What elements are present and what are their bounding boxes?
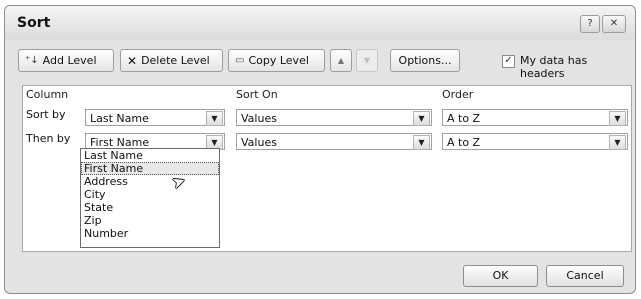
dropdown-item[interactable]: City — [81, 188, 219, 201]
then-by-sort-on-select[interactable]: Values ▼ — [236, 133, 432, 150]
sort-on-header: Sort On — [236, 88, 278, 101]
delete-level-button[interactable]: ✕ Delete Level — [120, 49, 223, 72]
order-header: Order — [442, 88, 474, 101]
select-value: Values — [241, 112, 277, 125]
select-value: A to Z — [447, 136, 481, 149]
dialog-title: Sort — [17, 15, 51, 31]
dropdown-item[interactable]: State — [81, 201, 219, 214]
sort-by-label: Sort by — [26, 108, 66, 121]
sort-by-order-select[interactable]: A to Z ▼ — [442, 109, 628, 126]
chevron-down-icon[interactable]: ▼ — [413, 135, 430, 150]
close-button[interactable]: ✕ — [602, 15, 626, 33]
delete-level-label: Delete Level — [141, 54, 210, 67]
headers-label: My data has headers — [520, 54, 588, 80]
select-value: A to Z — [447, 112, 481, 125]
column-dropdown-list[interactable]: Last Name First Name Address City State … — [80, 148, 220, 248]
add-level-label: Add Level — [42, 54, 97, 67]
copy-level-label: Copy Level — [248, 54, 309, 67]
help-button[interactable]: ? — [580, 15, 600, 33]
move-up-button[interactable]: ▲ — [330, 49, 352, 72]
move-down-button[interactable]: ▼ — [356, 49, 378, 72]
sort-by-sort-on-select[interactable]: Values ▼ — [236, 109, 432, 126]
dropdown-item-selected[interactable]: First Name — [81, 162, 219, 175]
copy-icon: ▭ — [235, 55, 245, 66]
chevron-down-icon[interactable]: ▼ — [413, 111, 430, 126]
add-level-button[interactable]: ⁺↓ Add Level — [18, 49, 114, 72]
add-level-icon: ⁺↓ — [25, 55, 39, 66]
then-by-label: Then by — [26, 132, 71, 145]
options-button[interactable]: Options... — [390, 49, 460, 72]
chevron-down-icon[interactable]: ▼ — [609, 135, 626, 150]
select-value: Values — [241, 136, 277, 149]
copy-level-button[interactable]: ▭ Copy Level — [228, 49, 325, 72]
dropdown-item[interactable]: Zip — [81, 214, 219, 227]
column-header: Column — [26, 88, 69, 101]
dropdown-item[interactable]: Last Name — [81, 149, 219, 162]
sort-by-column-select[interactable]: Last Name ▼ — [85, 109, 225, 126]
options-label: Options... — [398, 54, 452, 67]
down-arrow-icon: ▼ — [363, 56, 371, 65]
select-value: Last Name — [90, 112, 149, 125]
cancel-button[interactable]: Cancel — [546, 265, 624, 287]
up-arrow-icon: ▲ — [337, 56, 345, 65]
delete-icon: ✕ — [127, 53, 138, 68]
title-bar: Sort ? ✕ — [5, 6, 635, 40]
chevron-down-icon[interactable]: ▼ — [609, 111, 626, 126]
then-by-order-select[interactable]: A to Z ▼ — [442, 133, 628, 150]
dropdown-item[interactable]: Address — [81, 175, 219, 188]
headers-checkbox[interactable]: ✓ — [502, 55, 515, 68]
chevron-down-icon[interactable]: ▼ — [206, 111, 223, 126]
dropdown-item[interactable]: Number — [81, 227, 219, 240]
ok-button[interactable]: OK — [463, 265, 538, 287]
